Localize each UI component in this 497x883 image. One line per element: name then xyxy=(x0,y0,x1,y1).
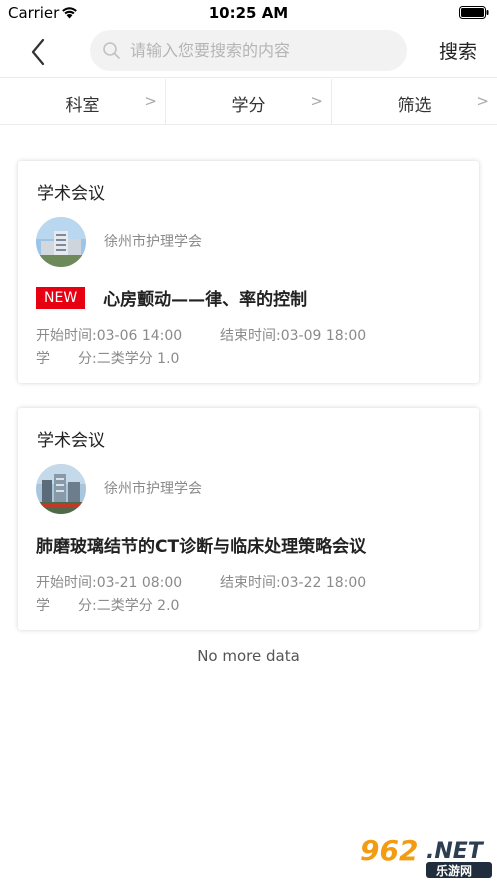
svg-text:.NET: .NET xyxy=(426,839,485,864)
svg-text:乐游网: 乐游网 xyxy=(436,863,472,878)
battery-icon xyxy=(459,6,489,19)
meeting-card[interactable]: 学术会议 徐州市护理学会 肺磨玻璃结节的CT诊断与临床处理策略会议 开始时间:0… xyxy=(18,408,479,630)
credit-info: 学 分:二类学分 1.0 xyxy=(36,351,180,367)
org-avatar xyxy=(36,464,86,514)
svg-text:962: 962 xyxy=(360,834,418,867)
search-icon xyxy=(103,42,120,59)
end-time: 结束时间:03-09 18:00 xyxy=(220,328,367,344)
chevron-right-icon: > xyxy=(310,92,323,110)
status-bar: Carrier 10:25 AM xyxy=(0,0,497,26)
credit-info: 学 分:二类学分 2.0 xyxy=(36,598,180,614)
card-type: 学术会议 xyxy=(37,431,105,451)
meeting-card[interactable]: 学术会议 徐州市护理学会 NEW 心房颤动——律、率的控制 开始时间:03-06… xyxy=(18,161,479,383)
status-time: 10:25 AM xyxy=(208,4,289,22)
start-time: 开始时间:03-06 14:00 xyxy=(36,328,183,344)
card-type: 学术会议 xyxy=(37,184,105,204)
watermark-logo: 962 .NET 乐游网 xyxy=(360,834,492,878)
meeting-title: 肺磨玻璃结节的CT诊断与临床处理策略会议 xyxy=(36,537,367,557)
meeting-title: 心房颤动——律、率的控制 xyxy=(103,290,308,310)
search-input[interactable] xyxy=(130,30,395,71)
filter-credit[interactable]: 学分 > xyxy=(166,79,332,125)
search-box[interactable] xyxy=(90,30,407,71)
filter-label: 科室 xyxy=(65,96,100,116)
chevron-right-icon: > xyxy=(476,92,489,110)
back-arrow-icon[interactable] xyxy=(22,36,56,68)
title-row: 肺磨玻璃结节的CT诊断与临床处理策略会议 xyxy=(36,532,366,557)
org-name: 徐州市护理学会 xyxy=(104,481,202,497)
end-time: 结束时间:03-22 18:00 xyxy=(220,575,367,591)
filter-department[interactable]: 科室 > xyxy=(0,79,166,125)
chevron-right-icon: > xyxy=(144,92,157,110)
nav-header: 搜索 xyxy=(0,26,497,78)
filter-label: 学分 xyxy=(231,96,266,116)
filter-bar: 科室 > 学分 > 筛选 > xyxy=(0,79,497,125)
title-row: NEW 心房颤动——律、率的控制 xyxy=(36,285,307,310)
org-name: 徐州市护理学会 xyxy=(104,234,202,250)
start-time: 开始时间:03-21 08:00 xyxy=(36,575,183,591)
search-button[interactable]: 搜索 xyxy=(439,37,477,64)
new-badge: NEW xyxy=(36,286,86,309)
filter-screen[interactable]: 筛选 > xyxy=(332,79,497,125)
filter-label: 筛选 xyxy=(397,96,432,116)
org-avatar xyxy=(36,217,86,267)
no-more-data-label: No more data xyxy=(197,647,300,665)
